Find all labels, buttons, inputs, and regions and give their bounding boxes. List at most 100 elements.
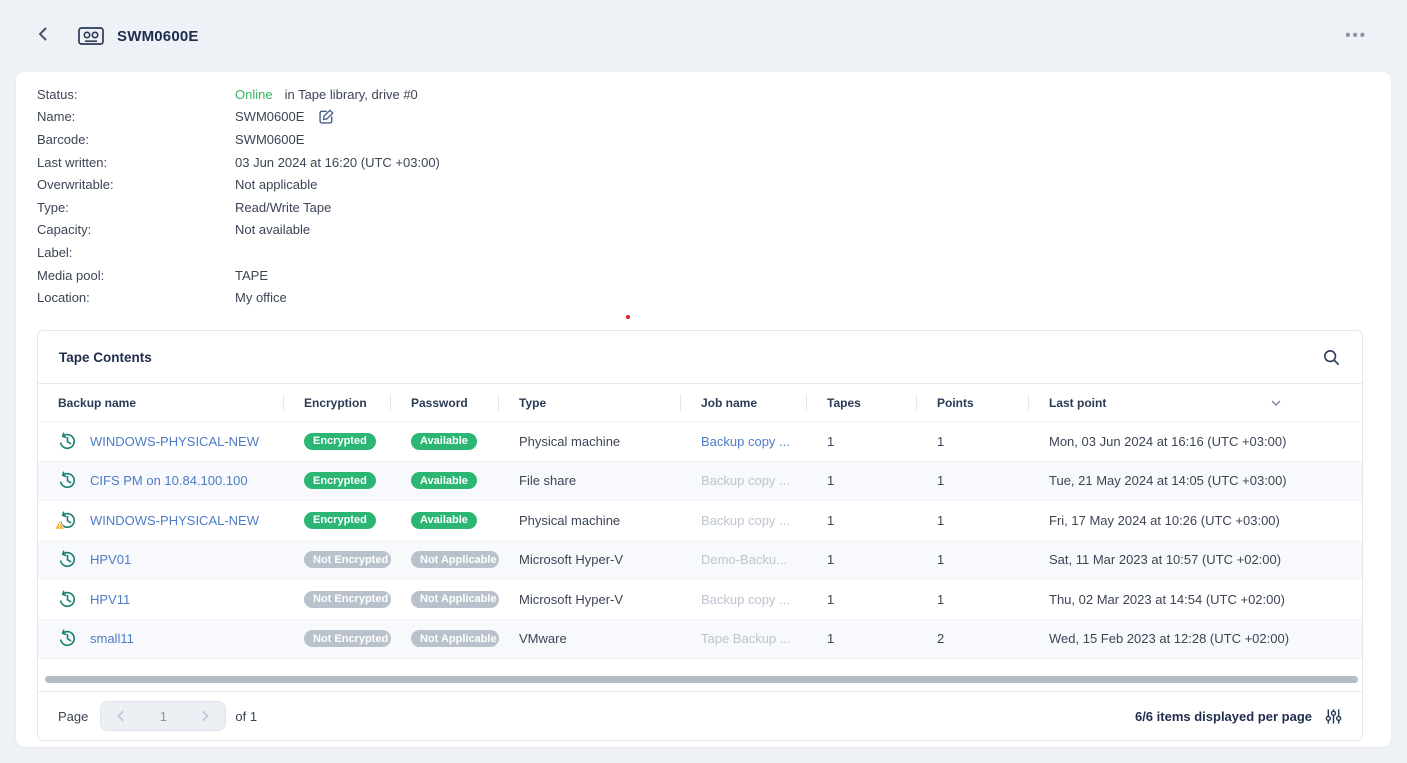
- tape-name-value: SWM0600E: [235, 109, 304, 124]
- last-point-cell: Thu, 02 Mar 2023 at 14:54 (UTC +02:00): [1029, 580, 1362, 619]
- type-cell: VMware: [499, 620, 681, 659]
- password-badge: Available: [411, 433, 477, 450]
- type-cell: Physical machine: [499, 422, 681, 461]
- back-button[interactable]: [34, 25, 52, 48]
- tapes-cell: 1: [807, 541, 917, 580]
- job-name-cell: Backup copy ...: [681, 580, 807, 619]
- points-cell: 1: [917, 541, 1029, 580]
- backup-name-link[interactable]: WINDOWS-PHYSICAL-NEW: [90, 513, 259, 528]
- job-name-cell: Tape Backup ...: [681, 620, 807, 659]
- job-name-link: Tape Backup ...: [701, 631, 791, 646]
- backup-name-link[interactable]: small11: [90, 631, 134, 646]
- detail-label: Barcode:: [37, 132, 235, 147]
- encryption-cell: Not Encrypted ...: [284, 580, 391, 619]
- detail-label: Overwritable:: [37, 177, 235, 192]
- sort-chevron-down-icon[interactable]: [1270, 397, 1282, 409]
- items-per-page-summary: 6/6 items displayed per page: [1135, 709, 1312, 724]
- password-cell: Available: [391, 501, 499, 540]
- tapes-cell: 1: [807, 580, 917, 619]
- backup-name-cell: WINDOWS-PHYSICAL-NEW: [38, 422, 284, 461]
- detail-label: Location:: [37, 290, 235, 305]
- table-row[interactable]: HPV01 Not Encrypted ... Not Applicable .…: [38, 541, 1362, 581]
- table-row[interactable]: WINDOWS-PHYSICAL-NEW Encrypted Available…: [38, 501, 1362, 541]
- tape-contents-panel: Tape Contents Backup name Encryption Pas…: [37, 330, 1363, 741]
- column-header-type[interactable]: Type: [499, 384, 681, 421]
- next-page-button[interactable]: [185, 702, 225, 730]
- detail-value: My office: [235, 290, 287, 305]
- pager-control: [100, 701, 226, 731]
- previous-page-button[interactable]: [101, 702, 141, 730]
- password-badge: Not Applicable ...: [411, 551, 499, 568]
- tapes-cell: 1: [807, 501, 917, 540]
- backup-name-link[interactable]: HPV01: [90, 552, 131, 567]
- table-row[interactable]: CIFS PM on 10.84.100.100 Encrypted Avail…: [38, 462, 1362, 502]
- column-header-job-name[interactable]: Job name: [681, 384, 807, 421]
- job-name-cell: Backup copy ...: [681, 501, 807, 540]
- points-cell: 1: [917, 462, 1029, 501]
- tape-contents-header: Tape Contents: [38, 331, 1362, 384]
- detail-value: Not applicable: [235, 177, 317, 192]
- table-row[interactable]: HPV11 Not Encrypted ... Not Applicable .…: [38, 580, 1362, 620]
- detail-label: Status:: [37, 87, 235, 102]
- column-header-backup-name[interactable]: Backup name: [38, 384, 284, 421]
- encryption-cell: Encrypted: [284, 501, 391, 540]
- column-header-tapes[interactable]: Tapes: [807, 384, 917, 421]
- display-settings-button[interactable]: [1325, 708, 1342, 725]
- page-title: SWM0600E: [117, 28, 199, 45]
- column-header-last-point[interactable]: Last point: [1029, 384, 1362, 421]
- chevron-left-icon: [114, 709, 128, 723]
- detail-label: Name:: [37, 109, 235, 124]
- detail-row-last-written: Last written: 03 Jun 2024 at 16:20 (UTC …: [37, 151, 1391, 174]
- column-header-points[interactable]: Points: [917, 384, 1029, 421]
- points-cell: 2: [917, 620, 1029, 659]
- password-badge: Not Applicable ...: [411, 630, 499, 647]
- job-name-link: Backup copy ...: [701, 473, 790, 488]
- restore-point-icon: [58, 629, 77, 648]
- detail-value: Not available: [235, 222, 310, 237]
- edit-name-button[interactable]: [318, 108, 335, 125]
- red-dot-artifact: [626, 315, 630, 319]
- last-point-cell: Mon, 03 Jun 2024 at 16:16 (UTC +03:00): [1029, 422, 1362, 461]
- table-header-row: Backup name Encryption Password Type Job…: [38, 384, 1362, 422]
- more-options-button[interactable]: •••: [1345, 31, 1367, 41]
- tape-contents-title: Tape Contents: [59, 350, 152, 365]
- detail-row-media-pool: Media pool: TAPE: [37, 264, 1391, 287]
- last-point-cell: Wed, 15 Feb 2023 at 12:28 (UTC +02:00): [1029, 620, 1362, 659]
- points-cell: 1: [917, 501, 1029, 540]
- restore-point-icon: [58, 550, 77, 569]
- detail-row-overwritable: Overwritable: Not applicable: [37, 173, 1391, 196]
- search-button[interactable]: [1322, 348, 1341, 367]
- table-row[interactable]: small11 Not Encrypted ... Not Applicable…: [38, 620, 1362, 660]
- properties-list: Status: Online in Tape library, drive #0…: [16, 72, 1391, 309]
- job-name-cell: Demo-Backu...: [681, 541, 807, 580]
- tapes-cell: 1: [807, 462, 917, 501]
- encryption-badge: Not Encrypted ...: [304, 591, 391, 608]
- warning-triangle-icon: [54, 518, 65, 533]
- backup-name-cell: CIFS PM on 10.84.100.100: [38, 462, 284, 501]
- footer-right: 6/6 items displayed per page: [1135, 708, 1342, 725]
- type-cell: Microsoft Hyper-V: [499, 541, 681, 580]
- detail-row-name: Name: SWM0600E: [37, 106, 1391, 129]
- column-header-encryption[interactable]: Encryption: [284, 384, 391, 421]
- encryption-badge: Encrypted: [304, 472, 376, 489]
- encryption-badge: Not Encrypted ...: [304, 551, 391, 568]
- horizontal-scrollbar[interactable]: [45, 676, 1358, 683]
- backup-name-link[interactable]: HPV11: [90, 592, 130, 607]
- page-number-input[interactable]: [141, 703, 185, 729]
- restore-point-icon: [58, 511, 77, 530]
- column-header-password[interactable]: Password: [391, 384, 499, 421]
- detail-value: 03 Jun 2024 at 16:20 (UTC +03:00): [235, 155, 440, 170]
- encryption-badge: Not Encrypted ...: [304, 630, 391, 647]
- table-row[interactable]: WINDOWS-PHYSICAL-NEW Encrypted Available…: [38, 422, 1362, 462]
- tape-cartridge-icon: [78, 26, 104, 46]
- page-count-label: of 1: [235, 709, 257, 724]
- chevron-left-icon: [34, 25, 52, 48]
- backup-name-link[interactable]: CIFS PM on 10.84.100.100: [90, 473, 248, 488]
- backup-name-link[interactable]: WINDOWS-PHYSICAL-NEW: [90, 434, 259, 449]
- points-cell: 1: [917, 422, 1029, 461]
- job-name-link[interactable]: Backup copy ...: [701, 434, 790, 449]
- password-badge: Not Applicable ...: [411, 591, 499, 608]
- detail-row-label: Label:: [37, 241, 1391, 264]
- last-point-cell: Sat, 11 Mar 2023 at 10:57 (UTC +02:00): [1029, 541, 1362, 580]
- detail-value: SWM0600E: [235, 108, 335, 125]
